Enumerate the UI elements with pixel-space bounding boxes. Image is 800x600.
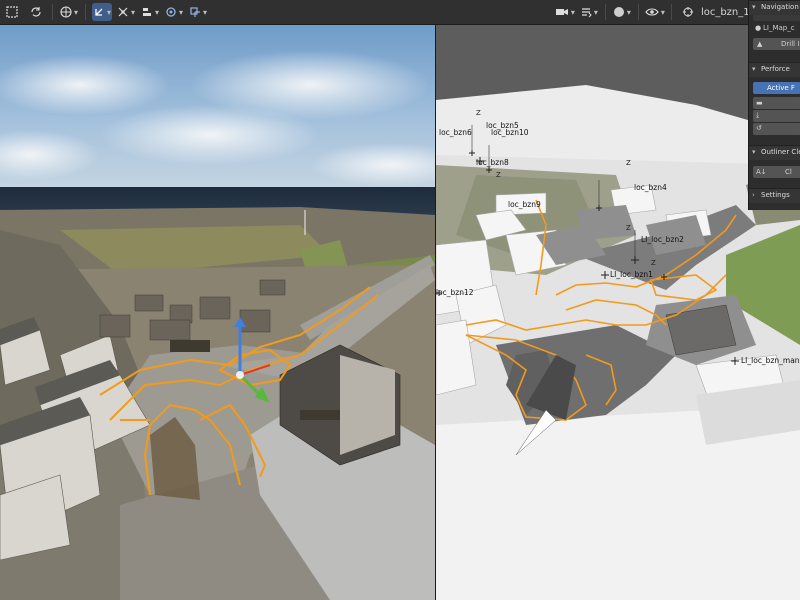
sync-icon[interactable] xyxy=(26,3,46,21)
chevron-down-icon: ▾ xyxy=(752,3,756,11)
axis-z-label: Z xyxy=(496,171,501,179)
chevron-down-icon: ▾ xyxy=(73,7,78,17)
radio-icon[interactable]: ● xyxy=(755,24,761,32)
toolbar-separator xyxy=(670,4,672,20)
empty-label: loc_bzn8 xyxy=(476,158,509,167)
map-item-label[interactable]: LI_Map_c xyxy=(763,24,795,32)
empty-label: loc_bzn12 xyxy=(436,288,474,297)
outliner-clean-label: Cl xyxy=(785,168,792,176)
perforce-title: Perforce xyxy=(761,65,790,73)
empty-label: loc_bzn10 xyxy=(491,128,529,137)
perforce-header[interactable]: ▾ Perforce xyxy=(749,62,800,77)
sidebar-panel: ▾ Navigation ● LI_Map_c ▲ Drill I ▾ Perf… xyxy=(748,0,800,210)
chevron-down-icon: ▾ xyxy=(593,7,598,17)
download-icon: ⤓ xyxy=(756,111,760,119)
active-file-label: Active F xyxy=(767,84,795,92)
toolbar-separator xyxy=(85,4,86,20)
navigation-title: Navigation xyxy=(761,3,799,11)
grid-icon[interactable]: ▾ xyxy=(59,3,79,21)
camera-icon[interactable]: ▾ xyxy=(555,3,575,21)
settings-title: Settings xyxy=(761,191,790,199)
chevron-down-icon: ▾ xyxy=(570,7,575,17)
viewport-rendered[interactable] xyxy=(0,25,435,600)
axis-z-label: Z xyxy=(476,109,481,117)
chevron-right-icon: › xyxy=(752,191,755,199)
folder-button[interactable]: ▬ xyxy=(753,97,800,109)
download-button[interactable]: ⤓ xyxy=(753,110,800,122)
toolbar-separator xyxy=(637,4,639,20)
axis-z-label: Z xyxy=(626,159,631,167)
transform-orientation-icon[interactable]: ▾ xyxy=(92,3,112,21)
drill-button-label: Drill I xyxy=(781,40,800,48)
outliner-title: Outliner Cle xyxy=(761,148,800,156)
sort-az-icon: A↓ xyxy=(756,168,767,176)
gizmo-icon[interactable]: ▾ xyxy=(188,3,208,21)
drill-button[interactable]: ▲ Drill I xyxy=(753,38,800,50)
navigation-collapse-bar[interactable] xyxy=(753,15,800,21)
outliner-clean-button[interactable]: A↓ Cl xyxy=(753,166,800,178)
chevron-down-icon: ▾ xyxy=(752,65,756,73)
axis-z-label: Z xyxy=(626,224,631,232)
empty-label: LI_loc_bzn1 xyxy=(610,270,653,279)
chevron-down-icon: ▾ xyxy=(178,7,183,17)
toolbar-separator xyxy=(52,4,53,20)
chevron-down-icon: ▾ xyxy=(202,7,207,17)
outliner-header[interactable]: ▾ Outliner Cle xyxy=(749,145,800,160)
view-eye-icon[interactable]: ▾ xyxy=(645,3,665,21)
active-file-button[interactable]: Active F xyxy=(753,82,800,94)
empty-label: LI_loc_bzn_mans xyxy=(741,356,800,365)
empty-label: loc_bzn6 xyxy=(439,128,472,137)
triangle-up-icon: ▲ xyxy=(757,40,763,48)
folder-icon: ▬ xyxy=(756,99,763,107)
pivot-icon[interactable]: ▾ xyxy=(140,3,160,21)
header-toolbar: ▾ ▾ ▾ ▾ ▾ ▾ ▾ ▾ ▾ ▾ loc_bzn_11 xyxy=(0,0,800,25)
navigation-header[interactable]: ▾ Navigation xyxy=(749,0,800,15)
empty-label: loc_bzn4 xyxy=(634,183,667,192)
select-box-icon[interactable] xyxy=(2,3,22,21)
settings-header[interactable]: › Settings xyxy=(749,188,800,203)
chevron-down-icon: ▾ xyxy=(626,7,631,17)
viewport-solid[interactable]: loc_bzn6 loc_bzn5 loc_bzn10 loc_bzn8 loc… xyxy=(436,25,800,600)
axis-z-label: Z xyxy=(651,259,656,267)
chevron-down-icon: ▾ xyxy=(154,7,159,17)
shading-sphere-icon[interactable]: ▾ xyxy=(612,3,632,21)
snap-icon[interactable]: ▾ xyxy=(116,3,136,21)
empty-label: LI_loc_bzn2 xyxy=(641,235,684,244)
empty-label: loc_bzn9 xyxy=(508,200,541,209)
overlay-icon[interactable]: ▾ xyxy=(579,3,599,21)
proportional-edit-icon[interactable]: ▾ xyxy=(164,3,184,21)
revert-button[interactable]: ↺ xyxy=(753,123,800,135)
revert-icon: ↺ xyxy=(756,124,762,132)
chevron-down-icon: ▾ xyxy=(106,7,111,17)
chevron-down-icon: ▾ xyxy=(752,148,756,156)
chevron-down-icon: ▾ xyxy=(660,7,665,17)
cursor-tool-icon[interactable] xyxy=(678,3,698,21)
chevron-down-icon: ▾ xyxy=(130,7,135,17)
toolbar-separator xyxy=(604,4,606,20)
